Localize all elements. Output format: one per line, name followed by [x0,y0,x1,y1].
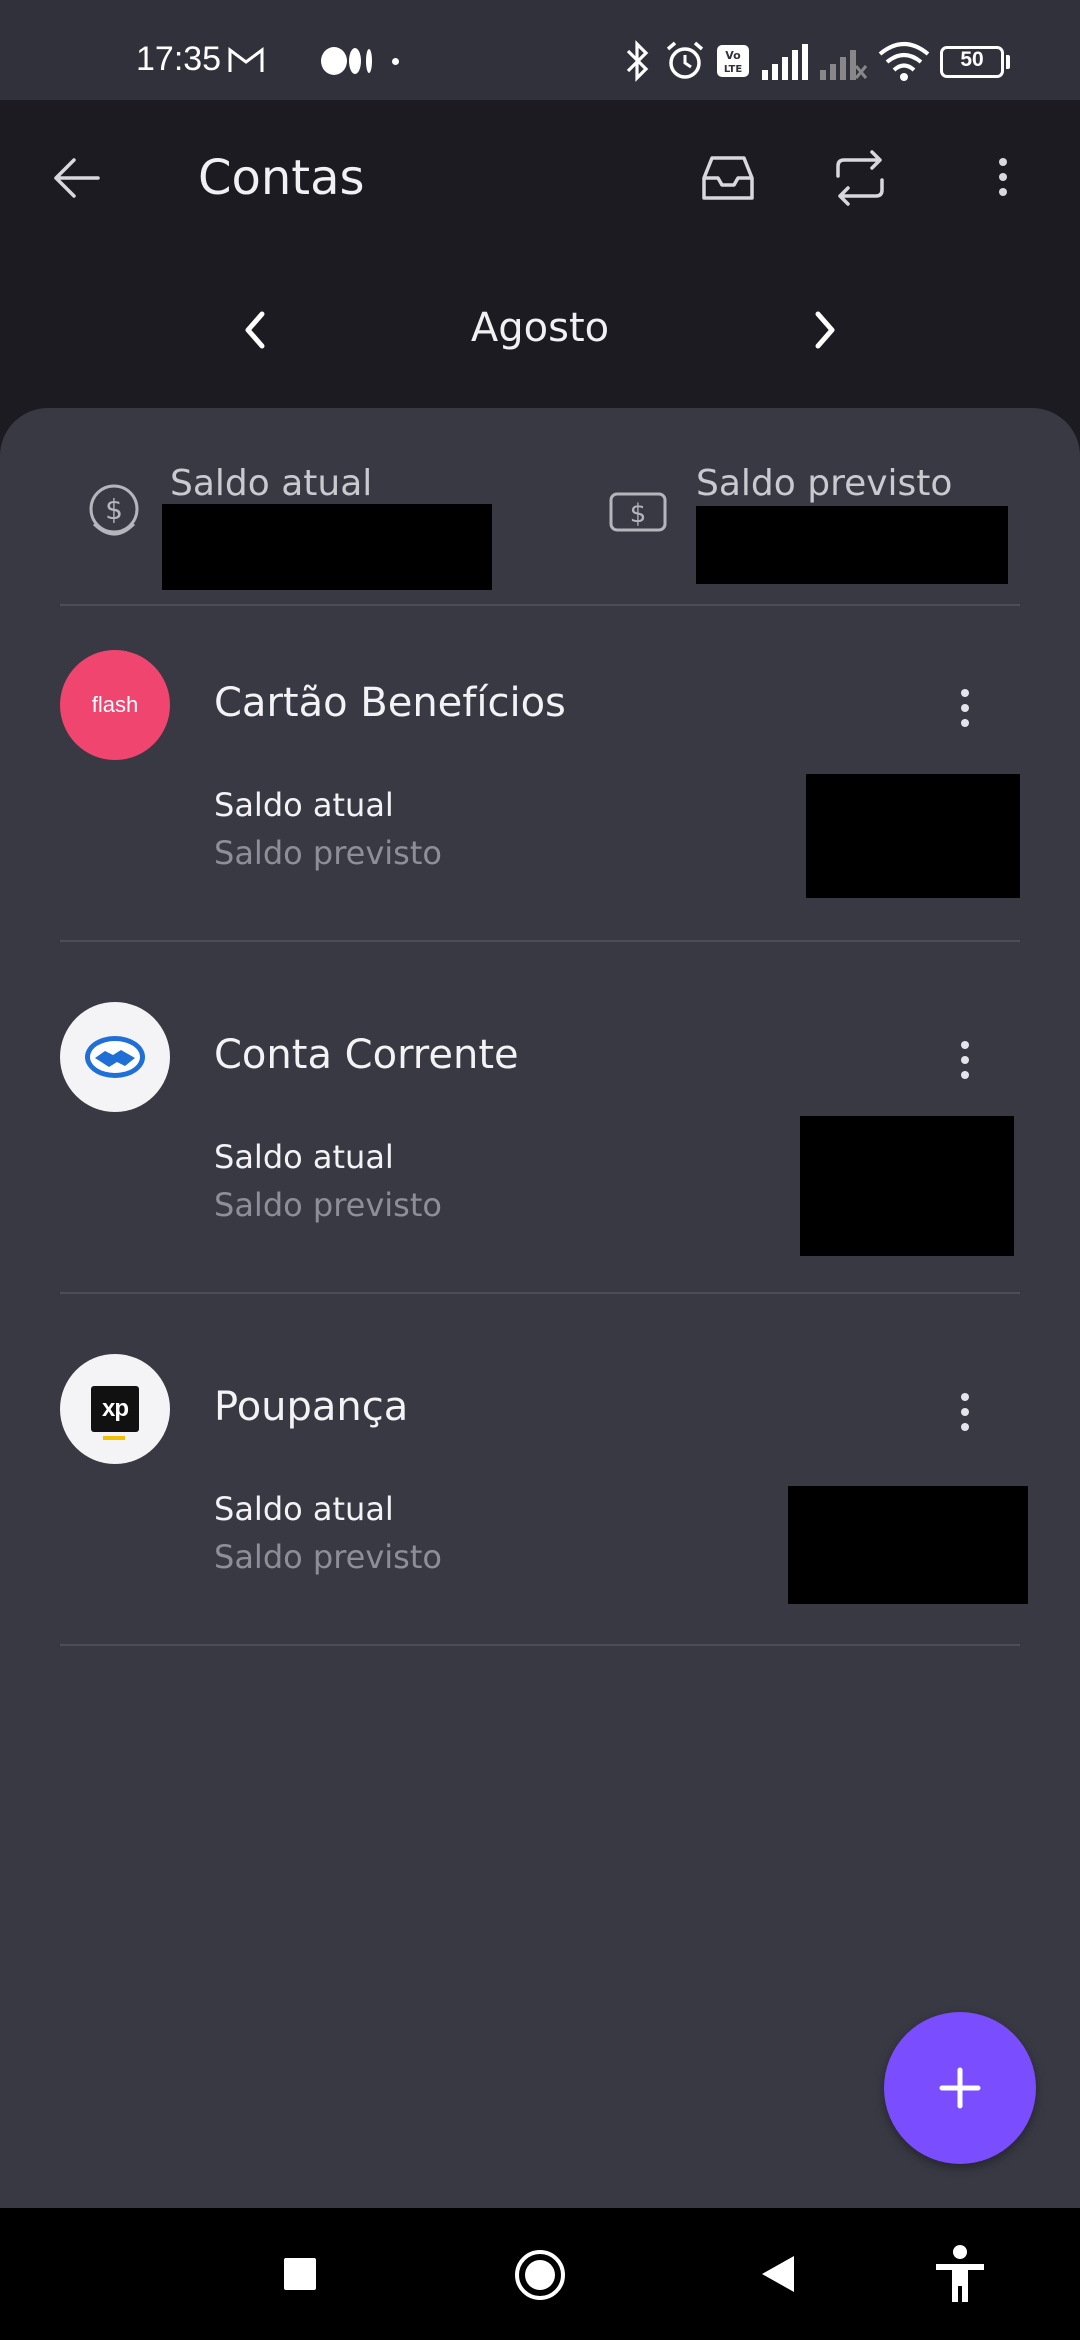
account-name: Conta Corrente [214,1032,519,1078]
flash-logo-icon: flash [60,650,170,760]
back-arrow-icon[interactable] [50,152,102,204]
medium-app-icon [321,47,372,75]
app-bar [0,100,1080,410]
divider [60,604,1020,606]
xp-logo-icon: xp [60,1354,170,1464]
svg-text:Vo: Vo [725,49,741,62]
account-forecast-label: Saldo previsto [214,1186,442,1224]
divider [60,1292,1020,1294]
summary-current-value-redacted [162,504,492,590]
gmail-icon [228,47,264,72]
summary-current-label: Saldo atual [170,463,373,504]
account-forecast-label: Saldo previsto [214,834,442,872]
divider [60,940,1020,942]
battery-level: 50 [960,48,984,71]
more-vert-icon[interactable] [988,152,1018,202]
status-bar: 17:35 Vo LTE 50 [0,0,1080,100]
xp-logo-badge: xp [91,1386,139,1440]
bluetooth-icon [626,40,649,82]
account-more-icon[interactable] [950,1387,980,1437]
account-more-icon[interactable] [950,1035,980,1085]
alarm-icon [666,41,704,79]
inbox-icon[interactable] [698,150,758,206]
status-time: 17:35 [136,40,222,78]
summary-forecast-value-redacted [696,506,1008,584]
home-icon[interactable] [513,2248,567,2302]
notification-dot-icon [392,58,399,65]
xp-logo-text: xp [101,1395,129,1422]
wifi-icon [878,42,930,81]
svg-text:$: $ [105,493,123,526]
account-current-label: Saldo atual [214,1138,394,1176]
battery-icon: 50 [940,46,1004,78]
account-name: Poupança [214,1384,409,1430]
next-month-icon[interactable] [804,308,844,352]
divider [60,1644,1020,1646]
system-nav-bar [0,2208,1080,2340]
transfer-icon[interactable] [832,146,888,210]
account-name: Cartão Benefícios [214,680,566,726]
handshake-icon [85,1036,145,1078]
battery-tip [1006,55,1010,69]
account-current-label: Saldo atual [214,1490,394,1528]
volte-icon: Vo LTE [717,45,749,77]
account-current-label: Saldo atual [214,786,394,824]
summary-forecast-label: Saldo previsto [696,463,953,504]
signal-no-service-icon [820,50,868,80]
plus-icon [939,2067,981,2109]
account-values-redacted [788,1486,1028,1604]
cash-dollar-icon: $ [609,492,667,532]
account-values-redacted [800,1116,1014,1256]
svg-text:$: $ [630,499,647,529]
month-label: Agosto [470,305,610,351]
coin-dollar-icon: $ [89,484,139,536]
xp-logo-underline [103,1436,125,1440]
account-more-icon[interactable] [950,683,980,733]
accessibility-icon[interactable] [932,2244,988,2304]
mercado-pago-logo-icon [60,1002,170,1112]
svg-text:LTE: LTE [724,64,743,75]
flash-logo-text: flash [91,692,139,717]
add-account-button[interactable] [884,2012,1036,2164]
back-nav-icon[interactable] [760,2254,796,2294]
signal-strength-icon [762,44,808,80]
recents-icon[interactable] [284,2258,316,2290]
page-title: Contas [198,150,365,206]
account-values-redacted [806,774,1020,898]
account-forecast-label: Saldo previsto [214,1538,442,1576]
